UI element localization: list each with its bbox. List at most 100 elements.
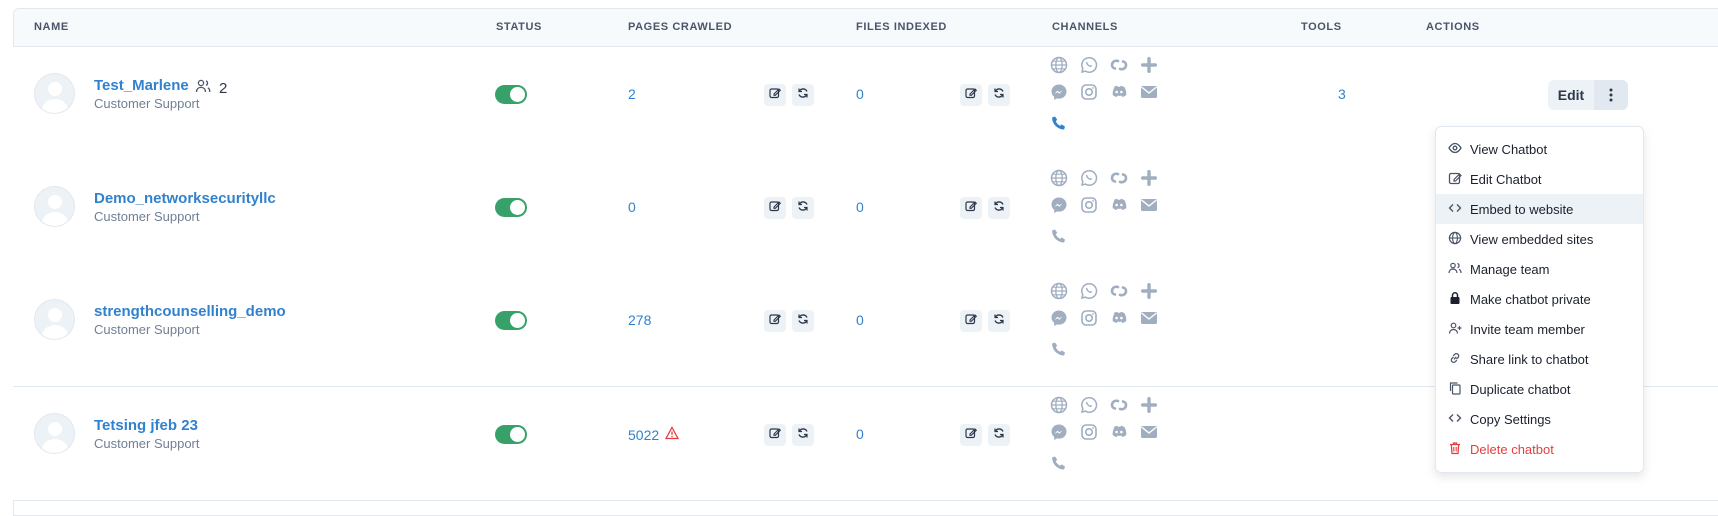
- discord-icon[interactable]: [1109, 82, 1129, 102]
- menu-item-copy-settings[interactable]: Copy Settings: [1436, 404, 1643, 434]
- lock-icon: [1448, 291, 1462, 308]
- discord-icon[interactable]: [1109, 308, 1129, 328]
- menu-item-label: Make chatbot private: [1470, 291, 1591, 307]
- menu-item-view-embedded-sites[interactable]: View embedded sites: [1436, 224, 1643, 254]
- instagram-icon[interactable]: [1079, 308, 1099, 328]
- status-toggle[interactable]: [495, 85, 527, 104]
- slack-icon[interactable]: [1139, 55, 1159, 75]
- instagram-icon[interactable]: [1079, 195, 1099, 215]
- phone-icon[interactable]: [1049, 226, 1069, 246]
- edit-files-button[interactable]: [960, 84, 982, 106]
- menu-item-label: Share link to chatbot: [1470, 351, 1589, 367]
- refresh-icon: [796, 312, 810, 331]
- menu-item-duplicate-chatbot[interactable]: Duplicate chatbot: [1436, 374, 1643, 404]
- resync-pages-button[interactable]: [792, 197, 814, 219]
- menu-item-label: View Chatbot: [1470, 141, 1548, 157]
- refresh-icon: [992, 426, 1006, 445]
- edit-icon: [768, 312, 782, 331]
- edit-pages-button[interactable]: [764, 197, 786, 219]
- refresh-icon: [796, 426, 810, 445]
- globe-icon[interactable]: [1049, 168, 1069, 188]
- edit-button[interactable]: Edit: [1548, 80, 1594, 110]
- menu-item-make-chatbot-private[interactable]: Make chatbot private: [1436, 284, 1643, 314]
- resync-files-button[interactable]: [988, 424, 1010, 446]
- discord-icon[interactable]: [1109, 422, 1129, 442]
- chatgpt-icon[interactable]: [1109, 281, 1129, 301]
- messenger-icon[interactable]: [1049, 308, 1069, 328]
- whatsapp-icon[interactable]: [1079, 55, 1099, 75]
- chatbot-name-link[interactable]: Demo_networksecurityllc: [94, 190, 276, 207]
- more-actions-button[interactable]: [1594, 80, 1628, 110]
- chatgpt-icon[interactable]: [1109, 168, 1129, 188]
- resync-pages-button[interactable]: [792, 310, 814, 332]
- edit-files-button[interactable]: [960, 424, 982, 446]
- phone-icon[interactable]: [1049, 339, 1069, 359]
- globe-icon[interactable]: [1049, 395, 1069, 415]
- chatbot-name-link[interactable]: strengthcounselling_demo: [94, 303, 286, 320]
- menu-item-embed-to-website[interactable]: Embed to website: [1436, 194, 1643, 224]
- phone-icon[interactable]: [1049, 113, 1069, 133]
- resync-files-button[interactable]: [988, 197, 1010, 219]
- discord-icon[interactable]: [1109, 195, 1129, 215]
- phone-icon[interactable]: [1049, 453, 1069, 473]
- mail-icon[interactable]: [1139, 308, 1159, 328]
- whatsapp-icon[interactable]: [1079, 281, 1099, 301]
- chatbot-name-link[interactable]: Test_Marlene: [94, 77, 189, 94]
- edit-pages-button[interactable]: [764, 310, 786, 332]
- files-indexed-value[interactable]: 0: [856, 426, 864, 442]
- refresh-icon: [992, 312, 1006, 331]
- menu-item-view-chatbot[interactable]: View Chatbot: [1436, 134, 1643, 164]
- globe-icon: [1448, 231, 1462, 248]
- slack-icon[interactable]: [1139, 395, 1159, 415]
- mail-icon[interactable]: [1139, 195, 1159, 215]
- row-actions: Edit: [1548, 80, 1628, 110]
- messenger-icon[interactable]: [1049, 422, 1069, 442]
- edit-pages-button[interactable]: [764, 84, 786, 106]
- status-toggle[interactable]: [495, 425, 527, 444]
- chatbot-name-link[interactable]: Tetsing jfeb 23: [94, 417, 198, 434]
- menu-item-share-link-to-chatbot[interactable]: Share link to chatbot: [1436, 344, 1643, 374]
- files-indexed-value[interactable]: 0: [856, 86, 864, 102]
- files-indexed-value[interactable]: 0: [856, 312, 864, 328]
- tools-count[interactable]: 3: [1338, 86, 1346, 102]
- globe-icon[interactable]: [1049, 55, 1069, 75]
- messenger-icon[interactable]: [1049, 195, 1069, 215]
- resync-files-button[interactable]: [988, 310, 1010, 332]
- mail-icon[interactable]: [1139, 422, 1159, 442]
- refresh-icon: [992, 199, 1006, 218]
- files-indexed-value[interactable]: 0: [856, 199, 864, 215]
- slack-icon[interactable]: [1139, 281, 1159, 301]
- menu-item-invite-team-member[interactable]: Invite team member: [1436, 314, 1643, 344]
- whatsapp-icon[interactable]: [1079, 168, 1099, 188]
- menu-item-edit-chatbot[interactable]: Edit Chatbot: [1436, 164, 1643, 194]
- code-icon: [1448, 201, 1462, 218]
- users-icon: [1448, 261, 1462, 278]
- resync-pages-button[interactable]: [792, 84, 814, 106]
- edit-files-button[interactable]: [960, 197, 982, 219]
- pages-crawled-value[interactable]: 5022: [628, 426, 680, 443]
- avatar: [34, 299, 75, 340]
- slack-icon[interactable]: [1139, 168, 1159, 188]
- resync-pages-button[interactable]: [792, 424, 814, 446]
- chatbot-role: Customer Support: [94, 322, 200, 337]
- header-pages-crawled: PAGES CRAWLED: [628, 21, 733, 33]
- pages-crawled-value[interactable]: 278: [628, 312, 651, 328]
- resync-files-button[interactable]: [988, 84, 1010, 106]
- globe-icon[interactable]: [1049, 281, 1069, 301]
- messenger-icon[interactable]: [1049, 82, 1069, 102]
- pages-crawled-value[interactable]: 2: [628, 86, 636, 102]
- edit-icon: [964, 199, 978, 218]
- instagram-icon[interactable]: [1079, 422, 1099, 442]
- edit-files-button[interactable]: [960, 310, 982, 332]
- instagram-icon[interactable]: [1079, 82, 1099, 102]
- menu-item-delete-chatbot[interactable]: Delete chatbot: [1436, 434, 1643, 464]
- status-toggle[interactable]: [495, 311, 527, 330]
- chatgpt-icon[interactable]: [1109, 55, 1129, 75]
- mail-icon[interactable]: [1139, 82, 1159, 102]
- status-toggle[interactable]: [495, 198, 527, 217]
- pages-crawled-value[interactable]: 0: [628, 199, 636, 215]
- whatsapp-icon[interactable]: [1079, 395, 1099, 415]
- menu-item-manage-team[interactable]: Manage team: [1436, 254, 1643, 284]
- chatgpt-icon[interactable]: [1109, 395, 1129, 415]
- edit-pages-button[interactable]: [764, 424, 786, 446]
